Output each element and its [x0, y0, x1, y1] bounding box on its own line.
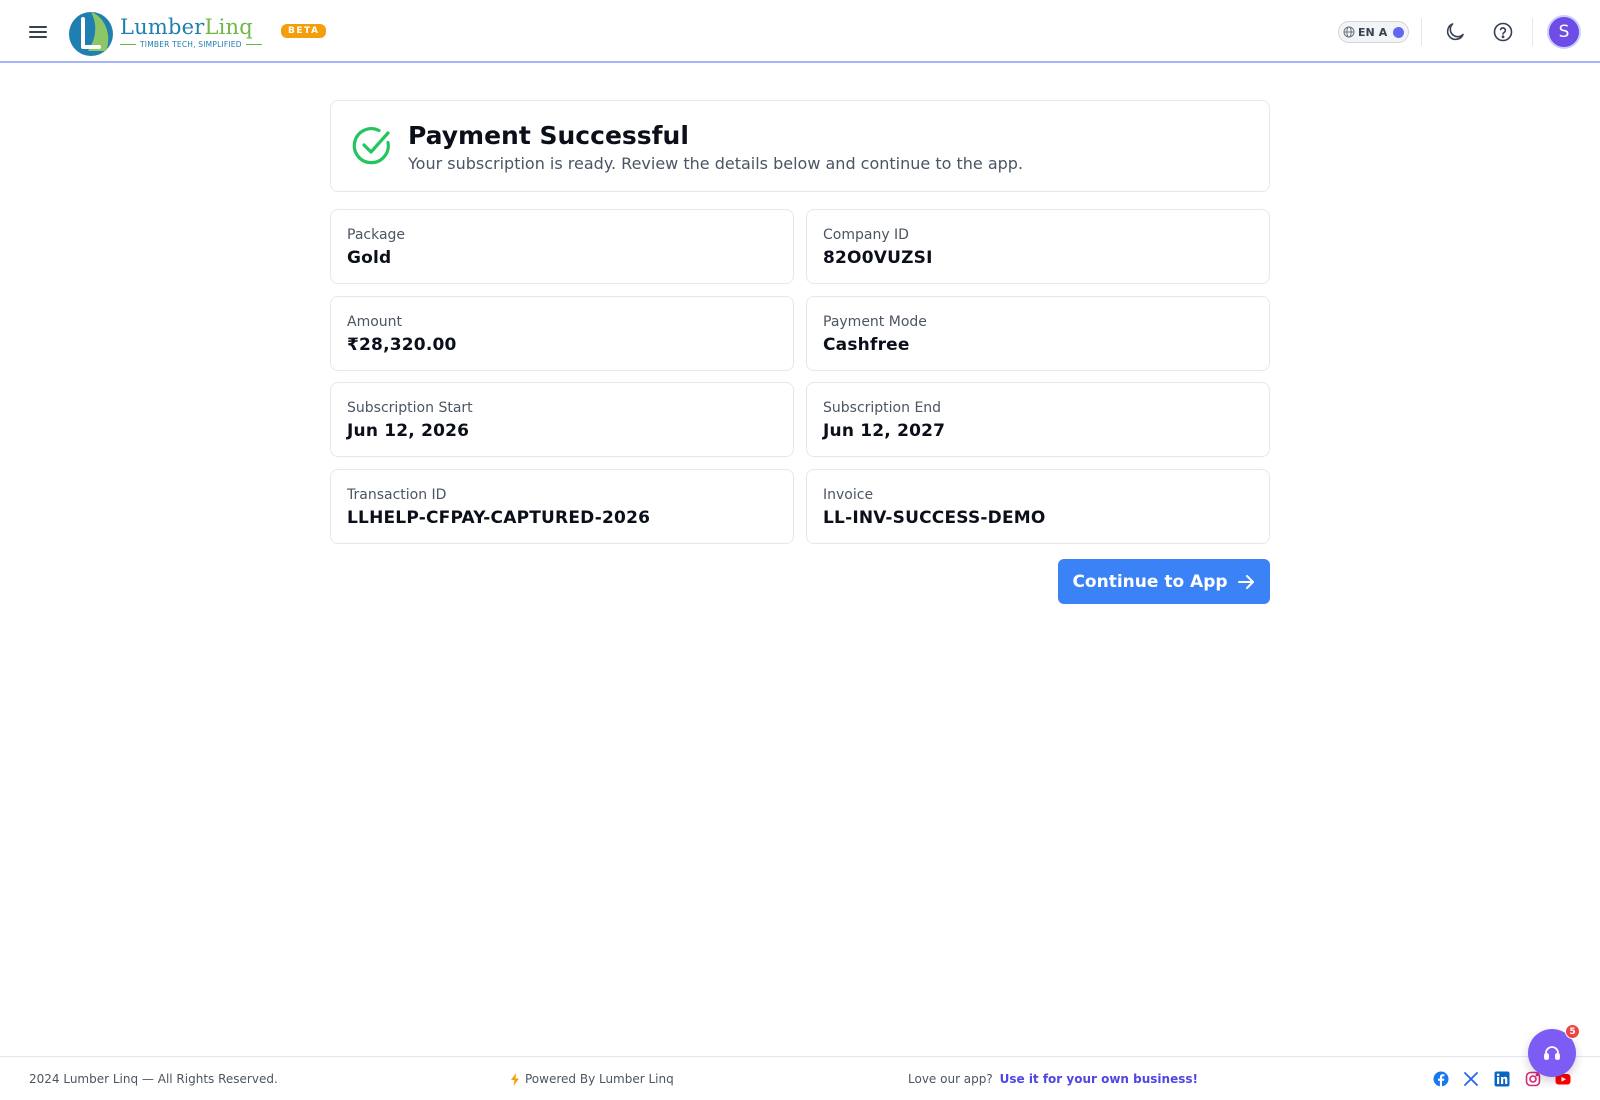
header-divider [1421, 18, 1422, 46]
hamburger-menu-icon[interactable] [26, 20, 50, 44]
page-footer: 2024 Lumber Linq — All Rights Reserved. … [0, 1056, 1600, 1100]
arrow-right-icon [1237, 574, 1254, 589]
lightning-icon [511, 1072, 519, 1086]
x-twitter-icon[interactable] [1463, 1071, 1479, 1087]
globe-icon [1343, 26, 1355, 38]
subscription-start-label: Subscription Start [347, 400, 473, 416]
subscription-end-label: Subscription End [823, 400, 942, 416]
footer-business-link[interactable]: Use it for your own business! [1000, 1072, 1198, 1086]
amount-value: ₹28,320.00 [347, 335, 457, 355]
language-code: EN [1358, 25, 1375, 39]
toggle-knob [1393, 26, 1404, 38]
invoice-label: Invoice [823, 487, 874, 503]
invoice-value: LL-INV-SUCCESS-DEMO [823, 508, 1046, 528]
invoice-card: Invoice LL-INV-SUCCESS-DEMO [806, 469, 1270, 544]
transaction-id-value: LLHELP-CFPAY-CAPTURED-2026 [347, 508, 651, 528]
company-id-card: Company ID 82O0VUZSI [806, 209, 1270, 284]
header-divider [1532, 18, 1533, 46]
banner-title: Payment Successful [408, 120, 689, 150]
footer-copyright: 2024 Lumber Linq — All Rights Reserved. [29, 1072, 278, 1086]
lumberlinq-logo-icon [69, 12, 113, 56]
banner-subtitle: Your subscription is ready. Review the d… [408, 153, 1024, 173]
package-label: Package [347, 227, 406, 243]
continue-label: Continue to App [1072, 571, 1228, 592]
payment-success-banner: Payment Successful Your subscription is … [330, 100, 1270, 192]
beta-badge: BETA [281, 24, 327, 38]
help-circle-icon[interactable] [1491, 20, 1515, 44]
facebook-icon[interactable] [1433, 1071, 1449, 1087]
brand-logo[interactable]: LumberLinq TIMBER TECH, SIMPLIFIED [66, 6, 266, 58]
linkedin-icon[interactable] [1494, 1071, 1510, 1087]
footer-powered-by: Powered By Lumber Linq [510, 1072, 674, 1086]
language-alt-label: A [1378, 25, 1388, 39]
support-notification-badge: 5 [1565, 1024, 1580, 1039]
moon-icon[interactable] [1443, 20, 1467, 44]
brand-tagline: TIMBER TECH, SIMPLIFIED [120, 40, 262, 49]
brand-name: LumberLinq [120, 15, 253, 39]
package-card: Package Gold [330, 209, 794, 284]
language-toggle[interactable]: EN A [1338, 21, 1409, 43]
check-circle-icon [352, 127, 390, 165]
subscription-end-card: Subscription End Jun 12, 2027 [806, 382, 1270, 457]
payment-mode-label: Payment Mode [823, 314, 927, 330]
payment-mode-value: Cashfree [823, 335, 910, 355]
package-value: Gold [347, 248, 392, 268]
transaction-id-card: Transaction ID LLHELP-CFPAY-CAPTURED-202… [330, 469, 794, 544]
amount-label: Amount [347, 314, 403, 330]
continue-to-app-button[interactable]: Continue to App [1058, 559, 1270, 604]
user-avatar[interactable]: S [1547, 15, 1581, 49]
company-id-label: Company ID [823, 227, 909, 243]
transaction-id-label: Transaction ID [347, 487, 447, 503]
payment-mode-card: Payment Mode Cashfree [806, 296, 1270, 371]
headset-icon [1544, 1046, 1560, 1060]
footer-love: Love our app? Use it for your own busine… [908, 1072, 1198, 1086]
footer-love-text: Love our app? [908, 1072, 993, 1086]
company-id-value: 82O0VUZSI [823, 248, 933, 268]
subscription-start-card: Subscription Start Jun 12, 2026 [330, 382, 794, 457]
subscription-end-value: Jun 12, 2027 [823, 421, 946, 441]
amount-card: Amount ₹28,320.00 [330, 296, 794, 371]
top-header: LumberLinq TIMBER TECH, SIMPLIFIED BETA … [0, 0, 1600, 63]
subscription-start-value: Jun 12, 2026 [347, 421, 470, 441]
